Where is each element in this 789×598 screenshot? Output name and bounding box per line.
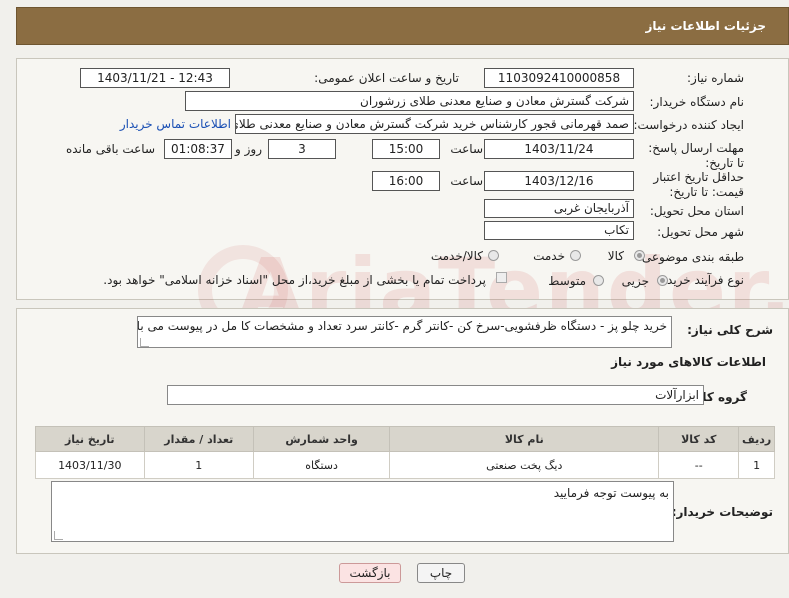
back-button[interactable]: بازگشت bbox=[339, 563, 401, 583]
remaining-time-field: 01:08:37 bbox=[164, 139, 232, 159]
process-label: نوع فرآیند خرید : bbox=[659, 273, 744, 287]
col-date: تاریخ نیاز bbox=[35, 426, 145, 452]
page-title: جزئیات اطلاعات نیاز bbox=[645, 19, 766, 33]
category-goods-radio[interactable] bbox=[634, 250, 645, 261]
deadline-time-label: ساعت bbox=[450, 142, 483, 156]
category-goods-label: کالا bbox=[607, 249, 624, 263]
creator-field: صمد قهرمانی قجور کارشناس خرید شرکت گسترش… bbox=[235, 114, 634, 134]
buyer-org-field: شرکت گسترش معادن و صنایع معدنی طلای زرشو… bbox=[185, 91, 634, 111]
goods-section-title: اطلاعات کالاهای مورد نیاز bbox=[611, 355, 766, 369]
validity-label: حداقل تاریخ اعتبار قیمت: تا تاریخ: bbox=[653, 170, 744, 199]
buyer-notes-label: توضیحات خریدار: bbox=[671, 505, 773, 519]
cell-row: 1 bbox=[738, 451, 775, 479]
category-service-radio[interactable] bbox=[570, 250, 581, 261]
notes-resize-handle-icon bbox=[54, 531, 63, 540]
cell-code: -- bbox=[658, 451, 740, 479]
category-label: طبقه بندی موضوعی: bbox=[637, 250, 744, 264]
category-both-label: کالا/خدمت bbox=[430, 249, 483, 263]
cell-unit: دستگاه bbox=[253, 451, 391, 479]
buyer-contact-link[interactable]: اطلاعات تماس خریدار bbox=[120, 117, 231, 131]
goods-table: ردیف کد کالا نام کالا واحد شمارش تعداد /… bbox=[35, 426, 775, 479]
category-service-label: خدمت bbox=[533, 249, 565, 263]
province-label: استان محل تحویل: bbox=[649, 204, 744, 218]
announce-date-field: 1403/11/21 - 12:43 bbox=[80, 68, 230, 88]
need-number-field: 1103092410000858 bbox=[484, 68, 634, 88]
validity-date-field: 1403/12/16 bbox=[484, 171, 634, 191]
col-qty: تعداد / مقدار bbox=[143, 426, 255, 452]
buyer-notes-textarea[interactable]: به پیوست توجه فرمایید bbox=[51, 481, 674, 542]
goods-group-field: ابزارآلات bbox=[167, 385, 704, 405]
goods-table-header: ردیف کد کالا نام کالا واحد شمارش تعداد /… bbox=[35, 426, 775, 452]
days-label: روز و bbox=[235, 142, 262, 156]
summary-resize-handle-icon bbox=[140, 338, 149, 347]
col-row: ردیف bbox=[738, 426, 775, 452]
deadline-time-field: 15:00 bbox=[372, 139, 440, 159]
validity-time-field: 16:00 bbox=[372, 171, 440, 191]
creator-label: ایجاد کننده درخواست: bbox=[633, 118, 744, 132]
cell-name: دیگ پخت صنعتی bbox=[389, 451, 660, 479]
process-minor-label: جزیی bbox=[621, 274, 649, 288]
col-code: کد کالا bbox=[658, 426, 740, 452]
cell-date: 1403/11/30 bbox=[35, 451, 145, 479]
treasury-payment-checkbox[interactable] bbox=[496, 272, 507, 283]
city-label: شهر محل تحویل: bbox=[657, 225, 744, 239]
process-medium-radio[interactable] bbox=[593, 275, 604, 286]
deadline-date-field: 1403/11/24 bbox=[484, 139, 634, 159]
col-unit: واحد شمارش bbox=[253, 426, 391, 452]
deadline-label: مهلت ارسال پاسخ: تا تاریخ: bbox=[648, 141, 744, 170]
days-field: 3 bbox=[268, 139, 336, 159]
validity-time-label: ساعت bbox=[450, 174, 483, 188]
buyer-org-label: نام دستگاه خریدار: bbox=[649, 95, 745, 109]
page-header: جزئیات اطلاعات نیاز bbox=[16, 7, 789, 45]
summary-label: شرح کلی نیاز: bbox=[687, 323, 773, 337]
category-both-radio[interactable] bbox=[488, 250, 499, 261]
cell-qty: 1 bbox=[143, 451, 255, 479]
print-button[interactable]: چاپ bbox=[417, 563, 465, 583]
col-name: نام کالا bbox=[389, 426, 660, 452]
announce-date-label: تاریخ و ساعت اعلان عمومی: bbox=[314, 71, 459, 85]
need-number-label: شماره نیاز: bbox=[687, 71, 744, 85]
summary-textarea[interactable]: خرید چلو پز - دستگاه ظرفشویی-سرخ کن -کان… bbox=[137, 316, 672, 348]
process-minor-radio[interactable] bbox=[657, 275, 668, 286]
city-field: تکاب bbox=[484, 221, 634, 240]
table-row: 1 -- دیگ پخت صنعتی دستگاه 1 1403/11/30 bbox=[35, 451, 775, 479]
treasury-payment-note: پرداخت تمام یا بخشی از مبلغ خرید،از محل … bbox=[103, 273, 486, 287]
remaining-time-label: ساعت باقی مانده bbox=[65, 142, 155, 156]
province-field: آذربایجان غربی bbox=[484, 199, 634, 218]
process-medium-label: متوسط bbox=[548, 274, 586, 288]
